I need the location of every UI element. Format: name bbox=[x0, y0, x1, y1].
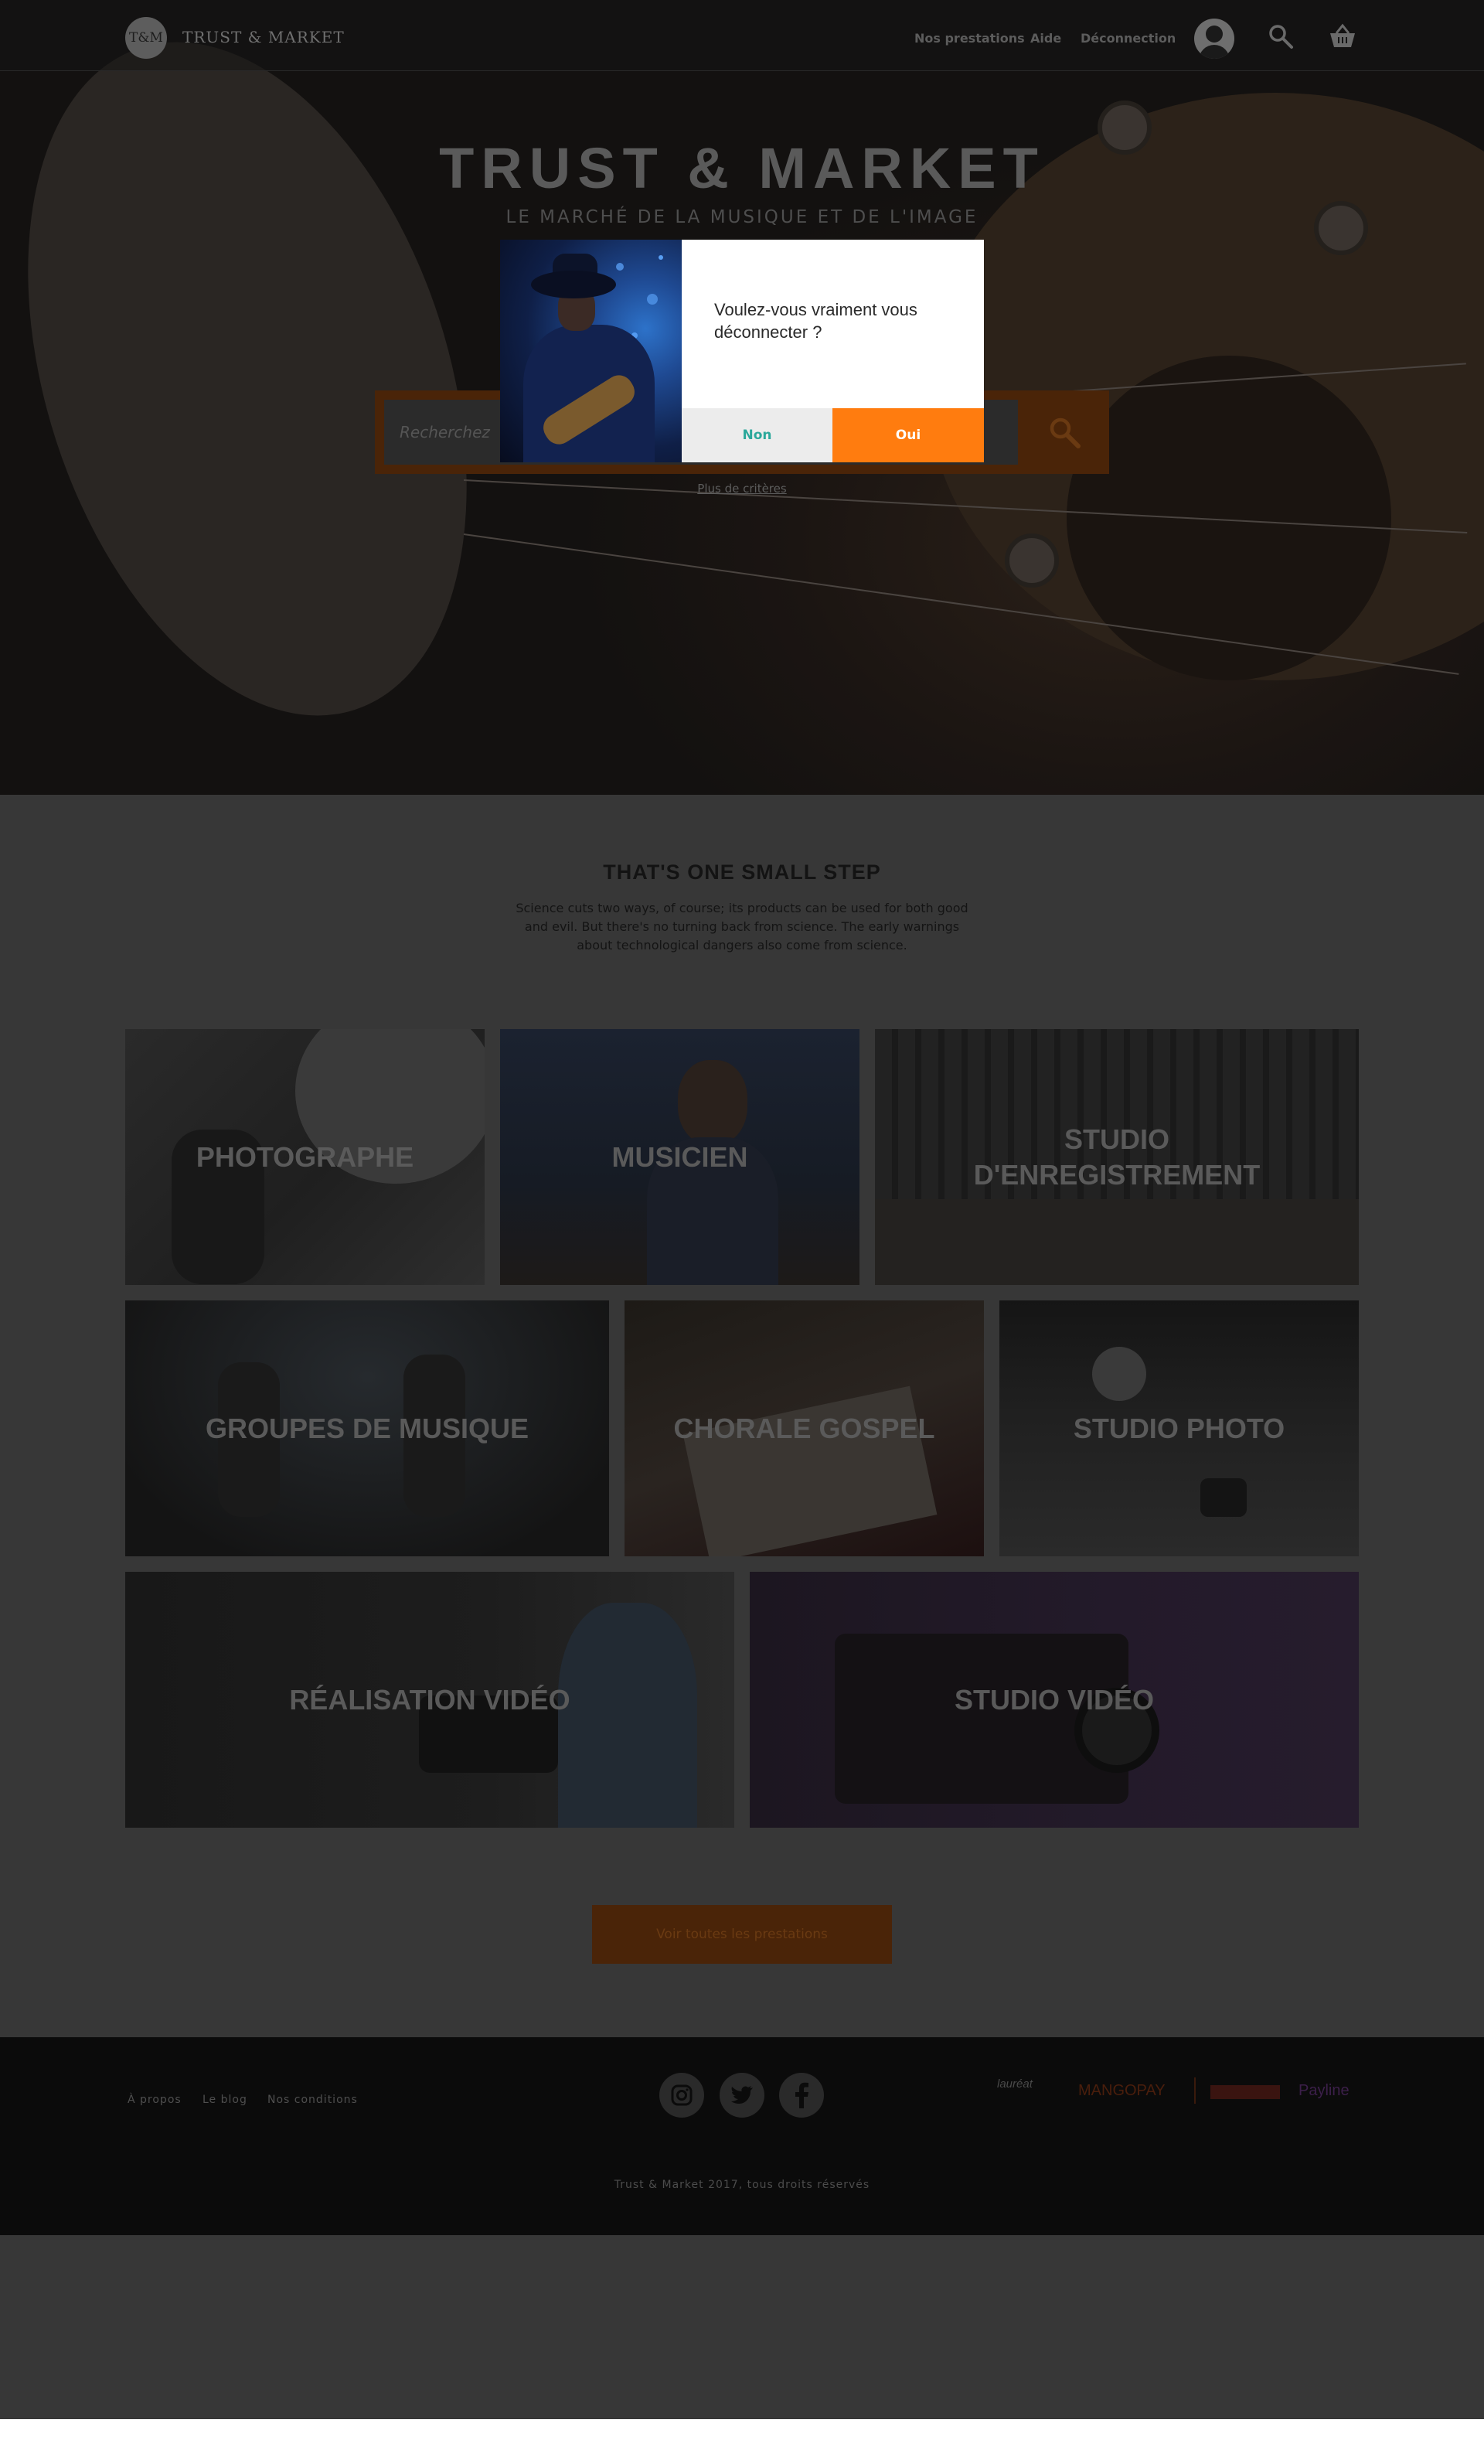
bokeh-light bbox=[616, 263, 624, 271]
category-label: STUDIO D'ENREGISTREMENT bbox=[973, 1123, 1261, 1191]
twitter-icon[interactable] bbox=[720, 2073, 764, 2118]
hero-bg-shadow bbox=[1067, 356, 1391, 680]
category-label: STUDIO VIDÉO bbox=[954, 1683, 1155, 1716]
modal-image-musician bbox=[500, 240, 682, 462]
footer-link-apropos[interactable]: À propos bbox=[128, 2094, 182, 2106]
footer-link-conditions[interactable]: Nos conditions bbox=[267, 2094, 358, 2106]
bokeh-light bbox=[647, 294, 658, 305]
tile-bg-cameraman bbox=[558, 1603, 697, 1828]
section-text: Science cuts two ways, of course; its pr… bbox=[516, 901, 968, 953]
hero-bg-guitar-body bbox=[0, 0, 546, 772]
category-tile-photographe[interactable]: PHOTOGRAPHE bbox=[125, 1029, 485, 1285]
avatar-body bbox=[1199, 45, 1230, 59]
footer: À propos Le blog Nos conditions lauréat … bbox=[0, 2037, 1484, 2235]
nav-link-deconnection[interactable]: Déconnection bbox=[1081, 31, 1176, 46]
search-button[interactable] bbox=[1029, 400, 1100, 465]
category-label: STUDIO PHOTO bbox=[1073, 1412, 1285, 1444]
avatar[interactable] bbox=[1194, 19, 1234, 59]
instagram-icon[interactable] bbox=[659, 2073, 704, 2118]
tile-bg-studio-prop bbox=[1200, 1478, 1247, 1517]
section-title: THAT'S ONE SMALL STEP bbox=[603, 861, 881, 884]
see-all-prestations-button[interactable]: Voir toutes les prestations bbox=[592, 1905, 892, 1964]
partner-bank-logo bbox=[1210, 2085, 1280, 2099]
partner-mangopay-logo: MANGOPAY bbox=[1078, 2082, 1166, 2099]
page-bottom-area bbox=[0, 2235, 1484, 2419]
logo-icon[interactable]: T&M bbox=[125, 17, 167, 59]
nav-link-prestations[interactable]: Nos prestations bbox=[914, 31, 1025, 46]
partner-divider bbox=[1194, 2077, 1196, 2104]
category-tile-groupes-de-musique[interactable]: GROUPES DE MUSIQUE bbox=[125, 1300, 609, 1556]
hero-subtitle: LE MARCHÉ DE LA MUSIQUE ET DE L'IMAGE bbox=[505, 207, 979, 227]
category-label: RÉALISATION VIDÉO bbox=[289, 1683, 570, 1716]
facebook-icon[interactable] bbox=[779, 2073, 824, 2118]
categories-section: THAT'S ONE SMALL STEP Science cuts two w… bbox=[0, 795, 1484, 2037]
copyright: Trust & Market 2017, tous droits réservé… bbox=[614, 2179, 870, 2191]
hero-title: TRUST & MARKET bbox=[439, 136, 1045, 200]
category-label: PHOTOGRAPHE bbox=[196, 1140, 414, 1173]
category-tile-musicien[interactable]: MUSICIEN bbox=[500, 1029, 859, 1285]
yes-button[interactable]: Oui bbox=[832, 408, 984, 462]
logout-modal: Voulez-vous vraiment vous déconnecter ? … bbox=[500, 240, 984, 462]
category-tile-studio-video[interactable]: STUDIO VIDÉO bbox=[750, 1572, 1359, 1828]
bokeh-light bbox=[659, 255, 663, 260]
top-nav: T&M TRUST & MARKET Nos prestations Aide … bbox=[0, 0, 1484, 71]
category-label: CHORALE GOSPEL bbox=[673, 1412, 935, 1444]
search-icon[interactable] bbox=[1268, 23, 1294, 53]
tile-bg-studio-light bbox=[1092, 1347, 1146, 1401]
page-bottom-strip bbox=[0, 2419, 1484, 2464]
nav-link-aide[interactable]: Aide bbox=[1030, 31, 1061, 46]
category-tile-studio-photo[interactable]: STUDIO PHOTO bbox=[999, 1300, 1359, 1556]
partner-laureat-logo: lauréat bbox=[997, 2077, 1033, 2091]
category-label: GROUPES DE MUSIQUE bbox=[205, 1412, 529, 1444]
hero-bg-tuning-peg bbox=[1005, 533, 1059, 588]
tile-bg-singer-head bbox=[678, 1060, 747, 1145]
brand-name[interactable]: TRUST & MARKET bbox=[182, 28, 345, 46]
partner-payline-logo: Payline bbox=[1298, 2082, 1350, 2099]
modal-body: Voulez-vous vraiment vous déconnecter ? … bbox=[682, 240, 984, 462]
basket-icon[interactable] bbox=[1328, 23, 1357, 53]
figure-hat-brim bbox=[531, 271, 616, 298]
modal-message: Voulez-vous vraiment vous déconnecter ? bbox=[714, 300, 917, 342]
search-icon bbox=[1050, 417, 1081, 448]
no-button[interactable]: Non bbox=[682, 408, 832, 462]
footer-link-blog[interactable]: Le blog bbox=[203, 2094, 247, 2106]
category-tile-chorale-gospel[interactable]: CHORALE GOSPEL bbox=[625, 1300, 984, 1556]
category-tile-studio-enregistrement[interactable]: STUDIO D'ENREGISTREMENT bbox=[875, 1029, 1359, 1285]
avatar-head bbox=[1206, 26, 1223, 43]
category-label: MUSICIEN bbox=[611, 1140, 748, 1173]
more-criteria-link[interactable]: Plus de critères bbox=[0, 482, 1484, 496]
tile-bg-mixing-console bbox=[875, 1199, 1359, 1285]
category-tile-realisation-video[interactable]: RÉALISATION VIDÉO bbox=[125, 1572, 734, 1828]
